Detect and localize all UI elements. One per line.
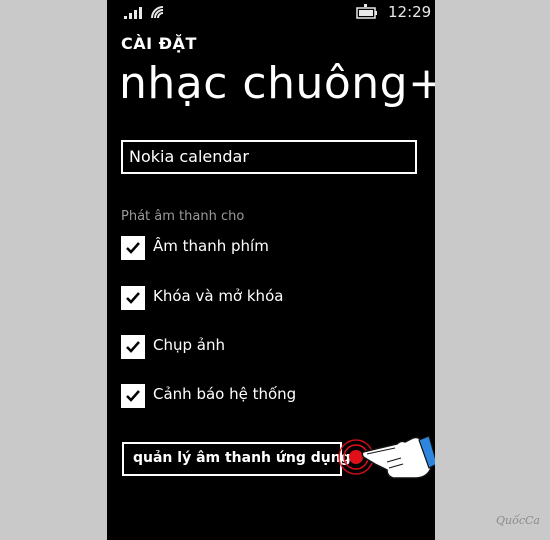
key-sound-checkbox[interactable] <box>121 236 145 260</box>
page-title: nhạc chuông+â <box>119 58 435 109</box>
camera-shutter-checkbox[interactable] <box>121 335 145 359</box>
key-sound-label: Âm thanh phím <box>153 237 269 255</box>
camera-shutter-option[interactable]: Chụp ảnh <box>121 335 421 363</box>
lock-unlock-option[interactable]: Khóa và mở khóa <box>121 286 421 314</box>
settings-label: CÀI ĐẶT <box>121 34 197 53</box>
camera-shutter-label: Chụp ảnh <box>153 336 225 354</box>
system-alert-option[interactable]: Cảnh báo hệ thống <box>121 384 421 412</box>
checkmark-icon <box>126 390 140 402</box>
section-label: Phát âm thanh cho <box>121 209 245 224</box>
ringtone-value: Nokia calendar <box>129 147 249 166</box>
lock-unlock-label: Khóa và mở khóa <box>153 287 284 305</box>
manage-app-sounds-button[interactable]: quản lý âm thanh ứng dụng <box>122 442 351 476</box>
checkmark-icon <box>126 341 140 353</box>
status-clock: 12:29 <box>388 3 432 21</box>
screenshot-stage: 12:29 CÀI ĐẶT nhạc chuông+â Nokia calend… <box>0 0 550 540</box>
system-alert-checkbox[interactable] <box>121 384 145 408</box>
ringtone-picker[interactable]: Nokia calendar <box>121 140 417 174</box>
battery-icon <box>356 4 377 19</box>
manage-app-sounds-label: quản lý âm thanh ứng dụng <box>133 450 351 466</box>
checkmark-icon <box>126 242 140 254</box>
checkmark-icon <box>126 292 140 304</box>
key-sound-option[interactable]: Âm thanh phím <box>121 236 421 264</box>
signal-icon <box>124 7 142 19</box>
system-alert-label: Cảnh báo hệ thống <box>153 385 297 403</box>
lock-unlock-checkbox[interactable] <box>121 286 145 310</box>
pointing-hand-icon <box>361 435 435 479</box>
wifi-icon <box>151 6 164 19</box>
watermark-logo: QuốcCa <box>496 514 540 527</box>
phone-screen: 12:29 CÀI ĐẶT nhạc chuông+â Nokia calend… <box>107 0 435 540</box>
